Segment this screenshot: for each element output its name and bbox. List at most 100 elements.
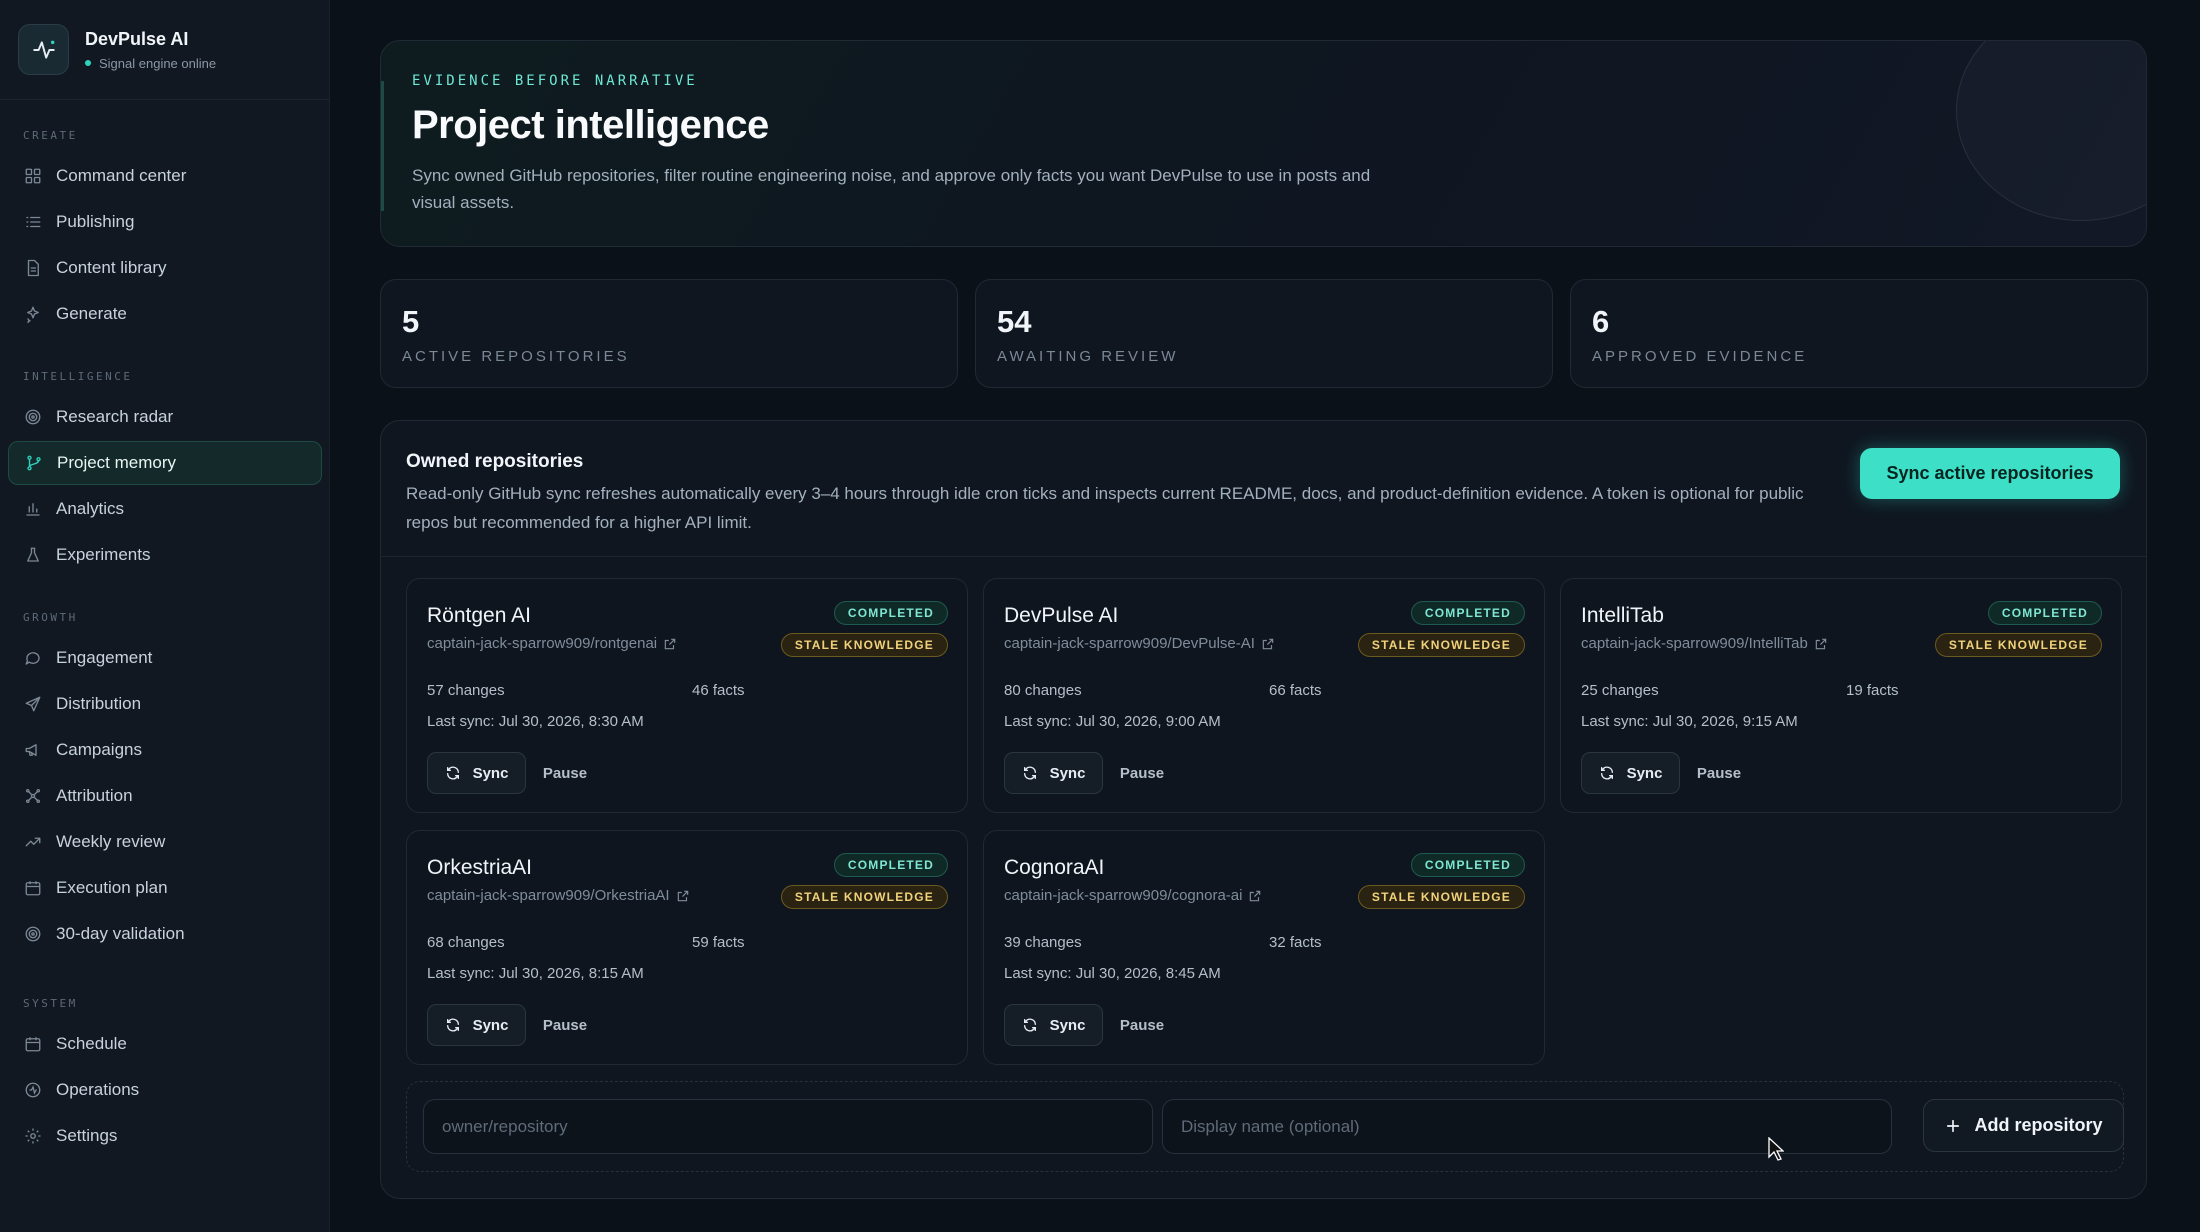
changes-count: 39 changes: [1004, 934, 1082, 951]
sidebar-item-publishing[interactable]: Publishing: [8, 200, 322, 244]
network-icon: [24, 787, 42, 805]
sidebar-item-generate[interactable]: Generate: [8, 292, 322, 336]
sync-button[interactable]: Sync: [1581, 752, 1680, 794]
status-badge: COMPLETED: [1987, 601, 2102, 625]
sidebar-item-label: Publishing: [56, 212, 135, 231]
nav-heading-system: SYSTEM: [23, 997, 78, 1010]
sync-button[interactable]: Sync: [1004, 752, 1103, 794]
sidebar-item-engagement[interactable]: Engagement: [8, 636, 322, 680]
brand: DevPulse AI Signal engine online: [0, 0, 329, 100]
sidebar-item-experiments[interactable]: Experiments: [8, 533, 322, 577]
sidebar-item-label: Content library: [56, 258, 167, 277]
repo-card-rontgen-ai: Röntgen AI captain-jack-sparrow909/rontg…: [406, 578, 968, 813]
repo-link[interactable]: captain-jack-sparrow909/IntelliTab: [1581, 635, 1828, 652]
last-sync: Last sync: Jul 30, 2026, 9:00 AM: [1004, 713, 1221, 730]
knowledge-badge: STALE KNOWLEDGE: [780, 633, 948, 657]
repo-card-orkestriaai: OrkestriaAI captain-jack-sparrow909/Orke…: [406, 830, 968, 1065]
nav-section-intelligence: INTELLIGENCE Research radar Project memo…: [0, 367, 330, 579]
sync-button[interactable]: Sync: [427, 752, 526, 794]
brand-name: DevPulse AI: [85, 28, 189, 49]
repo-card-devpulse-ai: DevPulse AI captain-jack-sparrow909/DevP…: [983, 578, 1545, 813]
git-branch-icon: [25, 454, 43, 472]
grid-icon: [24, 167, 42, 185]
pause-button[interactable]: Pause: [1108, 1004, 1176, 1046]
sidebar-item-research-radar[interactable]: Research radar: [8, 395, 322, 439]
plus-icon: [1947, 1119, 1960, 1132]
repo-path: captain-jack-sparrow909/DevPulse-AI: [1004, 635, 1255, 652]
sidebar-item-label: Command center: [56, 166, 187, 185]
sidebar-item-distribution[interactable]: Distribution: [8, 682, 322, 726]
pause-button[interactable]: Pause: [531, 1004, 599, 1046]
facts-count: 19 facts: [1846, 682, 1899, 699]
sidebar-item-weekly-review[interactable]: Weekly review: [8, 820, 322, 864]
sync-button[interactable]: Sync: [427, 1004, 526, 1046]
gear-icon: [24, 1127, 42, 1145]
facts-count: 59 facts: [692, 934, 745, 951]
sidebar-item-label: Engagement: [56, 648, 153, 667]
radar-icon: [24, 408, 42, 426]
decorative-circle: [1956, 41, 2146, 221]
repository-input[interactable]: [423, 1099, 1153, 1154]
status-dot-icon: [85, 60, 91, 66]
sidebar-item-label: Analytics: [56, 499, 125, 518]
repo-link[interactable]: captain-jack-sparrow909/DevPulse-AI: [1004, 635, 1275, 652]
repo-link[interactable]: captain-jack-sparrow909/rontgenai: [427, 635, 677, 652]
refresh-icon: [446, 1018, 459, 1032]
sidebar-item-label: Schedule: [56, 1034, 127, 1053]
sidebar-item-attribution[interactable]: Attribution: [8, 774, 322, 818]
status-badge: COMPLETED: [1410, 853, 1525, 877]
repo-path: captain-jack-sparrow909/OrkestriaAI: [427, 887, 670, 904]
refresh-icon: [1023, 1018, 1036, 1032]
nav-heading-intelligence: INTELLIGENCE: [23, 370, 133, 383]
pause-button[interactable]: Pause: [1108, 752, 1176, 794]
sidebar-item-schedule[interactable]: Schedule: [8, 1022, 322, 1066]
sidebar-item-label: Distribution: [56, 694, 142, 713]
sidebar-item-operations[interactable]: Operations: [8, 1068, 322, 1112]
repo-path: captain-jack-sparrow909/IntelliTab: [1581, 635, 1808, 652]
repo-path: captain-jack-sparrow909/cognora-ai: [1004, 887, 1243, 904]
sidebar-item-label: Weekly review: [56, 832, 166, 851]
external-link-icon: [1262, 638, 1274, 649]
hero-description: Sync owned GitHub repositories, filter r…: [412, 166, 1371, 212]
sidebar-item-settings[interactable]: Settings: [8, 1114, 322, 1158]
sidebar-item-project-memory[interactable]: Project memory: [8, 441, 322, 485]
pause-button[interactable]: Pause: [1685, 752, 1753, 794]
sync-label: Sync: [1049, 1016, 1086, 1034]
sidebar-item-command-center[interactable]: Command center: [8, 154, 322, 198]
sidebar-item-label: Campaigns: [56, 740, 142, 759]
sidebar-item-label: Settings: [56, 1126, 118, 1145]
knowledge-badge: STALE KNOWLEDGE: [1357, 633, 1525, 657]
repo-name: DevPulse AI: [1004, 604, 1119, 627]
megaphone-icon: [24, 741, 42, 759]
facts-count: 46 facts: [692, 682, 745, 699]
changes-count: 68 changes: [427, 934, 505, 951]
repo-link[interactable]: captain-jack-sparrow909/cognora-ai: [1004, 887, 1262, 904]
status-badge: COMPLETED: [833, 853, 948, 877]
changes-count: 80 changes: [1004, 682, 1082, 699]
pause-button[interactable]: Pause: [531, 752, 599, 794]
chat-bubble-icon: [24, 649, 42, 667]
knowledge-badge: STALE KNOWLEDGE: [780, 885, 948, 909]
sync-label: Sync: [1049, 764, 1086, 782]
hero-eyebrow: EVIDENCE BEFORE NARRATIVE: [412, 73, 698, 89]
sidebar-item-analytics[interactable]: Analytics: [8, 487, 322, 531]
stat-value: 6: [1592, 304, 1610, 339]
repo-link[interactable]: captain-jack-sparrow909/OrkestriaAI: [427, 887, 690, 904]
external-link-icon: [664, 638, 676, 649]
brand-status: Signal engine online: [85, 56, 216, 71]
knowledge-badge: STALE KNOWLEDGE: [1357, 885, 1525, 909]
owned-repositories-panel: Owned repositories Read-only GitHub sync…: [380, 420, 2147, 1199]
refresh-icon: [446, 766, 459, 780]
sidebar-item-30-day-validation[interactable]: 30-day validation: [8, 912, 322, 956]
add-repository-button[interactable]: Add repository: [1923, 1099, 2124, 1152]
sync-label: Sync: [472, 1016, 509, 1034]
sidebar-item-execution-plan[interactable]: Execution plan: [8, 866, 322, 910]
sync-button[interactable]: Sync: [1004, 1004, 1103, 1046]
sidebar-item-campaigns[interactable]: Campaigns: [8, 728, 322, 772]
sync-active-repositories-button[interactable]: Sync active repositories: [1860, 448, 2120, 499]
document-icon: [24, 259, 42, 277]
sidebar-item-content-library[interactable]: Content library: [8, 246, 322, 290]
flask-icon: [24, 546, 42, 564]
stat-active-repositories: 5 ACTIVE REPOSITORIES: [380, 279, 958, 388]
panel-description: Read-only GitHub sync refreshes automati…: [406, 484, 1804, 532]
